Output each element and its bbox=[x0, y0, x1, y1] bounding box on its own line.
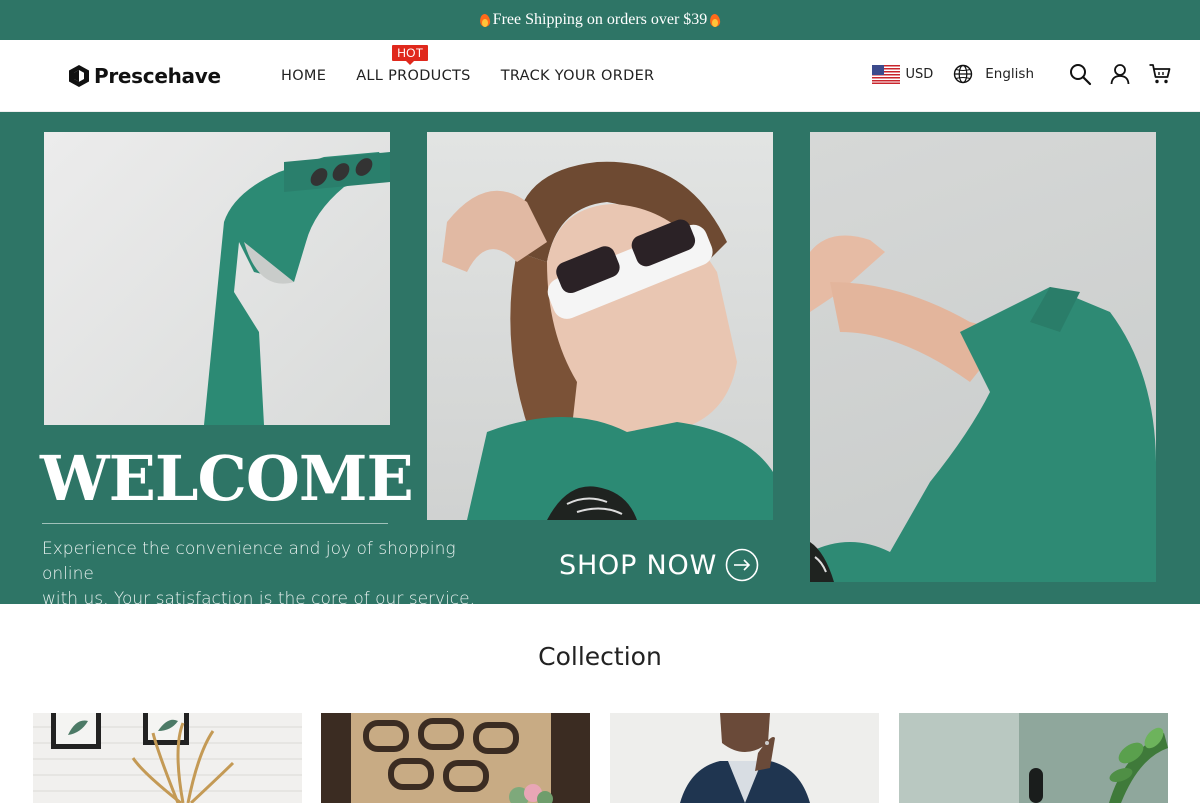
hero-divider bbox=[42, 523, 388, 524]
hero-photo-model bbox=[427, 132, 773, 520]
cube-logo-icon bbox=[69, 65, 89, 87]
header-tools: USD English bbox=[872, 62, 1172, 86]
announcement-text: Free Shipping on orders over $39 bbox=[492, 11, 708, 28]
fire-icon bbox=[479, 13, 491, 28]
announcement-bar: Free Shipping on orders over $39 bbox=[0, 0, 1200, 40]
language-selector[interactable]: English bbox=[953, 64, 1034, 84]
collection-card-plant[interactable] bbox=[899, 713, 1168, 803]
home-decor-image bbox=[33, 713, 302, 803]
hot-badge: HOT bbox=[392, 45, 429, 65]
collection-card-menswear[interactable] bbox=[610, 713, 879, 803]
collection-card-decor[interactable] bbox=[33, 713, 302, 803]
hero-tagline-line1: Experience the convenience and joy of sh… bbox=[42, 539, 456, 584]
brand-name: Prescehave bbox=[94, 64, 221, 88]
plant-image bbox=[899, 713, 1168, 803]
shop-now-button[interactable]: SHOP NOW bbox=[559, 548, 759, 582]
model-sunglasses-image bbox=[442, 161, 773, 520]
shop-now-label: SHOP NOW bbox=[559, 549, 718, 581]
hero-tagline-line2: with us. Your satisfaction is the core o… bbox=[42, 589, 476, 609]
flag-us-icon bbox=[872, 64, 901, 84]
pattern-image bbox=[321, 713, 590, 803]
nav-track-order[interactable]: TRACK YOUR ORDER bbox=[501, 68, 655, 84]
hero-photo-arm bbox=[810, 132, 1156, 582]
search-icon[interactable] bbox=[1068, 62, 1092, 86]
language-label: English bbox=[985, 66, 1034, 82]
green-shirt-image bbox=[204, 152, 390, 425]
hero-banner: WELCOME Experience the convenience and j… bbox=[0, 112, 1200, 609]
nav-all-products-label: ALL PRODUCTS bbox=[356, 68, 471, 84]
site-header: Prescehave HOME ALL PRODUCTS HOT TRACK Y… bbox=[0, 40, 1200, 112]
currency-selector[interactable]: USD bbox=[872, 64, 934, 84]
currency-label: USD bbox=[905, 66, 934, 82]
hero-title: WELCOME bbox=[40, 442, 414, 515]
hero-photo-sleeve bbox=[44, 132, 390, 425]
brand-logo[interactable]: Prescehave bbox=[68, 64, 221, 88]
arrow-right-circle-icon bbox=[725, 548, 759, 582]
collection-title: Collection bbox=[538, 642, 662, 671]
hero-tagline: Experience the convenience and joy of sh… bbox=[42, 537, 502, 612]
globe-icon bbox=[954, 64, 973, 84]
nav-home[interactable]: HOME bbox=[281, 68, 326, 84]
user-icon[interactable] bbox=[1108, 62, 1132, 86]
mens-fashion-image bbox=[610, 713, 879, 803]
nav-all-products[interactable]: ALL PRODUCTS HOT bbox=[356, 45, 471, 84]
fire-icon bbox=[709, 13, 721, 28]
raised-arm-image bbox=[810, 235, 1156, 582]
main-nav: HOME ALL PRODUCTS HOT TRACK YOUR ORDER bbox=[281, 45, 655, 84]
collection-card-pattern[interactable] bbox=[321, 713, 590, 803]
cart-icon[interactable] bbox=[1148, 62, 1172, 86]
